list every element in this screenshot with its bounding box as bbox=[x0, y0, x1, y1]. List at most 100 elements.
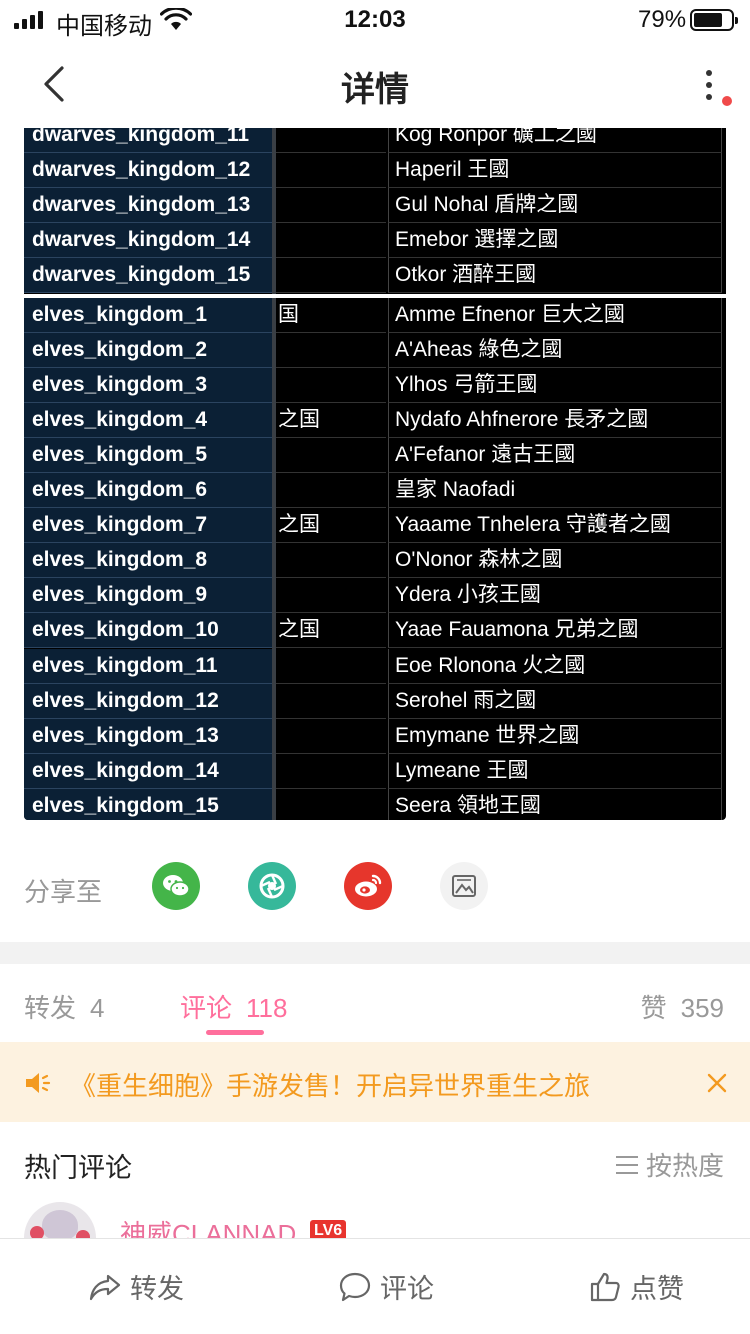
table-cell-value: Lymeane 王國 bbox=[388, 753, 722, 789]
promo-notice[interactable]: 《重生细胞》手游发售！开启异世界重生之旅 bbox=[0, 1042, 750, 1122]
thumbs-up-icon bbox=[590, 1272, 620, 1301]
table-cell-value: Yaaame Tnhelera 守護者之國 bbox=[388, 508, 722, 544]
table-cell-mid bbox=[276, 543, 386, 579]
table-cell-value: Ylhos 弓箭王國 bbox=[388, 367, 722, 403]
table-cell-value: Ydera 小孩王國 bbox=[388, 578, 722, 614]
table-row: elves_kingdom_7 之国 Yaaame Tnhelera 守護者之國 bbox=[24, 508, 726, 544]
table-cell-mid bbox=[276, 333, 386, 368]
tab-comment-label: 评论 bbox=[180, 993, 233, 1023]
table-cell-key: elves_kingdom_11 bbox=[24, 648, 272, 684]
table-cell-value: A'Aheas 綠色之國 bbox=[388, 332, 722, 368]
table-row: elves_kingdom_15 Seera 領地王國 bbox=[24, 788, 726, 820]
repost-button-label: 转发 bbox=[130, 1274, 184, 1304]
wechat-icon bbox=[163, 875, 190, 897]
avatar[interactable] bbox=[24, 1202, 96, 1238]
table-cell-key: dwarves_kingdom_15 bbox=[24, 258, 272, 294]
table-row: elves_kingdom_1 国 Amme Efnenor 巨大之國 bbox=[24, 297, 726, 333]
table-cell-value: Haperil 王國 bbox=[388, 153, 722, 189]
close-icon[interactable] bbox=[706, 1072, 728, 1094]
table-cell-mid bbox=[276, 578, 386, 614]
table-cell-key: elves_kingdom_15 bbox=[24, 788, 272, 820]
table-cell-mid bbox=[276, 649, 386, 684]
table-cell-value: Gul Nohal 盾牌之國 bbox=[388, 188, 722, 224]
table-cell-value: Yaae Fauamona 兄弟之國 bbox=[388, 613, 722, 649]
tab-repost[interactable]: 转发 4 bbox=[24, 988, 104, 1025]
table-cell-key: elves_kingdom_8 bbox=[24, 543, 272, 579]
battery-percent: 79% bbox=[638, 6, 687, 33]
repost-button[interactable]: 转发 bbox=[88, 1267, 184, 1306]
album-icon bbox=[452, 875, 476, 897]
table-row: elves_kingdom_13 Emymane 世界之國 bbox=[24, 718, 726, 754]
speaker-icon bbox=[26, 1073, 51, 1093]
sort-button[interactable]: 按热度 bbox=[615, 1146, 724, 1183]
table-cell-key: dwarves_kingdom_14 bbox=[24, 223, 272, 259]
more-options-button[interactable] bbox=[694, 68, 724, 104]
like-button-label: 点赞 bbox=[630, 1274, 684, 1304]
comment-button[interactable]: 评论 bbox=[338, 1267, 434, 1306]
sort-label: 按热度 bbox=[645, 1151, 724, 1181]
group-separator bbox=[24, 293, 726, 298]
table-cell-key: elves_kingdom_6 bbox=[24, 473, 272, 508]
table-cell-key: elves_kingdom_2 bbox=[24, 332, 272, 368]
table-cell-value: Eoe Rlonona 火之國 bbox=[388, 648, 722, 684]
page-title: 详情 bbox=[341, 71, 409, 109]
table-row: dwarves_kingdom_11 Kog Ronpor 礦工之國 bbox=[24, 128, 726, 153]
moments-icon bbox=[259, 873, 285, 899]
table-row: elves_kingdom_12 Serohel 雨之國 bbox=[24, 683, 726, 719]
table-cell-key: elves_kingdom_12 bbox=[24, 683, 272, 719]
table-cell-key: dwarves_kingdom_12 bbox=[24, 153, 272, 189]
table-cell-mid bbox=[276, 128, 386, 153]
table-cell-key: elves_kingdom_5 bbox=[24, 437, 272, 473]
sort-icon bbox=[615, 1155, 638, 1174]
comment-button-label: 评论 bbox=[380, 1274, 434, 1304]
table-cell-key: elves_kingdom_13 bbox=[24, 718, 272, 754]
table-row: elves_kingdom_10 之国 Yaae Fauamona 兄弟之國 bbox=[24, 613, 726, 649]
table-cell-key: elves_kingdom_14 bbox=[24, 753, 272, 789]
comment-item[interactable]: 神威CLANNAD LV6 bbox=[0, 1198, 750, 1238]
share-wechat-button[interactable] bbox=[152, 862, 200, 910]
table-cell-mid bbox=[276, 438, 386, 473]
share-weibo-button[interactable] bbox=[344, 862, 392, 910]
table-cell-value: 皇家 Naofadi bbox=[388, 473, 722, 508]
table-cell-value: Seera 領地王國 bbox=[388, 788, 722, 820]
table-row: dwarves_kingdom_15 Otkor 酒醉王國 bbox=[24, 258, 726, 294]
table-cell-value: Amme Efnenor 巨大之國 bbox=[388, 297, 722, 333]
table-cell-value: Otkor 酒醉王國 bbox=[388, 258, 722, 294]
share-label: 分享至 bbox=[24, 877, 103, 907]
like-button[interactable]: 点赞 bbox=[588, 1267, 684, 1306]
table-cell-key: elves_kingdom_7 bbox=[24, 508, 272, 544]
tab-like[interactable]: 赞 359 bbox=[641, 988, 724, 1025]
table-row: elves_kingdom_11 Eoe Rlonona 火之國 bbox=[24, 648, 726, 684]
table-row: elves_kingdom_3 Ylhos 弓箭王國 bbox=[24, 367, 726, 403]
table-row: elves_kingdom_2 A'Aheas 綠色之國 bbox=[24, 332, 726, 368]
table-cell-mid bbox=[276, 368, 386, 403]
tab-comment-count: 118 bbox=[246, 993, 288, 1023]
status-bar: 中国移动 12:03 79% bbox=[0, 0, 750, 40]
table-cell-key: elves_kingdom_4 bbox=[24, 402, 272, 438]
table-row: elves_kingdom_9 Ydera 小孩王國 bbox=[24, 578, 726, 614]
tab-repost-count: 4 bbox=[90, 993, 105, 1023]
tab-like-label: 赞 bbox=[640, 993, 667, 1023]
table-cell-key: dwarves_kingdom_13 bbox=[24, 188, 272, 224]
table-cell-mid bbox=[276, 754, 386, 789]
comment-username[interactable]: 神威CLANNAD bbox=[120, 1214, 296, 1238]
level-badge: LV6 bbox=[310, 1220, 347, 1238]
table-cell-key: elves_kingdom_3 bbox=[24, 367, 272, 403]
bottom-action-bar: 转发 评论 点赞 bbox=[0, 1238, 750, 1334]
tab-comment[interactable]: 评论 118 bbox=[180, 988, 287, 1025]
share-album-button[interactable] bbox=[440, 862, 488, 910]
table-row: elves_kingdom_4 之国 Nydafo Ahfnerore 長矛之國 bbox=[24, 402, 726, 438]
table-cell-key: dwarves_kingdom_11 bbox=[24, 128, 272, 153]
table-cell-mid bbox=[276, 684, 386, 719]
table-cell-mid bbox=[276, 473, 386, 508]
post-image[interactable]: dwarves_kingdom_11 Kog Ronpor 礦工之國 dwarves… bbox=[24, 128, 726, 820]
table-cell-key: elves_kingdom_1 bbox=[24, 297, 272, 333]
promo-notice-text: 《重生细胞》手游发售！开启异世界重生之旅 bbox=[70, 1071, 591, 1101]
table-cell-mid bbox=[276, 153, 386, 189]
share-moments-button[interactable] bbox=[248, 862, 296, 910]
table-cell-value: O'Nonor 森林之國 bbox=[388, 543, 722, 579]
table-cell-mid: 之国 bbox=[276, 403, 386, 438]
table-cell-mid: 国 bbox=[276, 298, 386, 333]
table-cell-mid: 之国 bbox=[276, 508, 386, 544]
table-cell-value: Serohel 雨之國 bbox=[388, 683, 722, 719]
